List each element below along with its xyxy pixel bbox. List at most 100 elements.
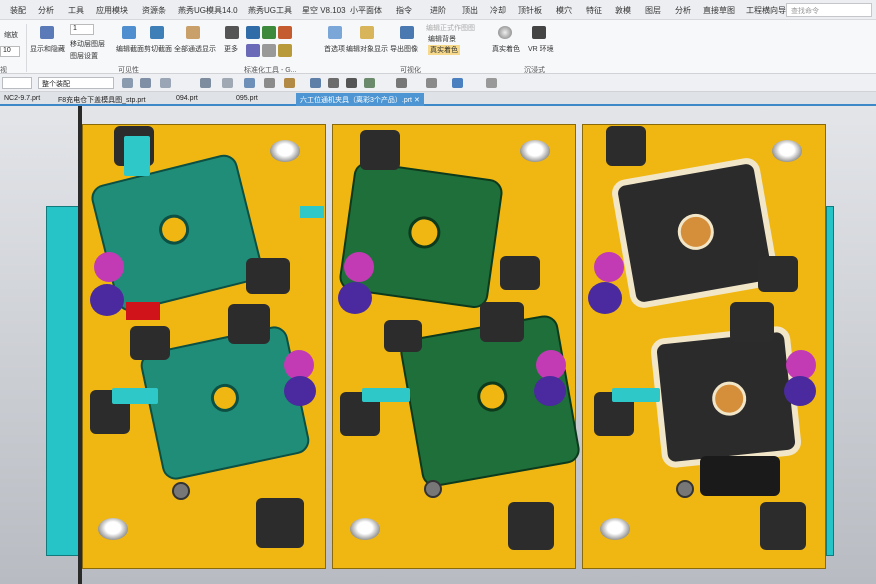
menu-drawing-nav[interactable]: 工程横向导 — [746, 5, 786, 16]
document-tabs: NC2-9.7.prt F8充电仓下盖模具图_stp.prt 094.prt 0… — [0, 92, 876, 106]
menu-direct-sketch[interactable]: 直接草图 — [703, 5, 735, 16]
edit-display-button[interactable]: 编辑对象显示 — [346, 44, 388, 54]
menu-tools[interactable]: 工具 — [68, 5, 84, 16]
transparent-button[interactable]: 全部通透显示 — [174, 44, 216, 54]
export-image-icon[interactable] — [400, 26, 414, 39]
menu-resource-bar[interactable]: 资源条 — [142, 5, 166, 16]
tool-icon[interactable] — [246, 26, 260, 39]
ribbon: 缩放 10 显示和隐藏 1 移动层图层 图层设置 编辑截面 剪切截面 全部通透显… — [0, 20, 876, 74]
vr-icon[interactable] — [532, 26, 546, 39]
select-icon[interactable] — [140, 78, 151, 88]
show-hide-icon[interactable] — [40, 26, 54, 39]
bore — [406, 214, 443, 251]
snap-icon[interactable] — [284, 78, 295, 88]
menu-cavity[interactable]: 模穴 — [556, 5, 572, 16]
render-style-icon[interactable] — [426, 78, 437, 88]
select-icon[interactable] — [160, 78, 171, 88]
tool-icon[interactable] — [246, 44, 260, 57]
fit-view-icon[interactable] — [310, 78, 321, 88]
true-shading-button[interactable]: 真实着色 — [492, 44, 520, 54]
search-input[interactable]: 查找命令 — [786, 3, 872, 17]
vr-button[interactable]: VR 环境 — [528, 44, 554, 54]
edit-section-button[interactable]: 编辑截面 — [116, 44, 144, 54]
menu-eject[interactable]: 顶出 — [462, 5, 478, 16]
rotate-icon[interactable] — [346, 78, 357, 88]
snap-icon[interactable] — [244, 78, 255, 88]
tool-icon[interactable] — [278, 26, 292, 39]
cylinder-block — [700, 456, 780, 496]
render-style-icon[interactable] — [396, 78, 407, 88]
menu-yanxiu-tools[interactable]: 燕秀UG工具 — [248, 5, 292, 16]
select-icon[interactable] — [122, 78, 133, 88]
fixture-pin — [300, 206, 324, 218]
menu-layer[interactable]: 图层 — [645, 5, 661, 16]
snap-icon[interactable] — [222, 78, 233, 88]
tab-document[interactable]: 094.prt — [172, 93, 202, 106]
tab-document[interactable]: NC2-9.7.prt — [0, 93, 44, 106]
tab-document[interactable]: 095.prt — [232, 93, 262, 106]
edit-background-button[interactable]: 编辑背景 — [428, 34, 456, 44]
tab-document-active[interactable]: 六工位通机夹具（离彩3个产品）.prt ✕ — [296, 93, 424, 106]
preferences-button[interactable]: 首选项 — [324, 44, 345, 54]
true-shading-icon[interactable] — [498, 26, 512, 39]
tool-icon[interactable] — [262, 26, 276, 39]
menu-cooling[interactable]: 冷却 — [490, 5, 506, 16]
clamp-cylinder — [130, 326, 170, 360]
options-icon[interactable] — [486, 78, 497, 88]
clip-section-icon[interactable] — [150, 26, 164, 39]
menu-analysis[interactable]: 分析 — [38, 5, 54, 16]
menu-advanced[interactable]: 进阶 — [430, 5, 446, 16]
clamp-cylinder — [384, 320, 422, 352]
menu-yanxiu-mold[interactable]: 燕秀UG模具14.0 — [178, 5, 238, 16]
locating-pin — [424, 480, 442, 498]
close-icon[interactable]: ✕ — [414, 97, 420, 104]
tool-icon[interactable] — [278, 44, 292, 57]
tool-icon[interactable] — [262, 44, 276, 57]
more-button[interactable]: 更多 — [224, 44, 238, 54]
clamp-arm — [112, 388, 158, 404]
clamp-cylinder — [360, 130, 400, 170]
zoom-icon[interactable] — [328, 78, 339, 88]
clamp-cylinder — [508, 502, 554, 550]
support-puck — [344, 252, 374, 282]
menu-feature[interactable]: 特征 — [586, 5, 602, 16]
show-hide-button[interactable]: 显示和隐藏 — [30, 44, 65, 54]
clamp-cylinder — [228, 304, 270, 344]
pan-icon[interactable] — [364, 78, 375, 88]
menu-die[interactable]: 敦模 — [615, 5, 631, 16]
preferences-icon[interactable] — [328, 26, 342, 39]
more-icon[interactable] — [225, 26, 239, 39]
graphics-viewport[interactable] — [0, 106, 876, 584]
menu-app-modules[interactable]: 应用模块 — [96, 5, 128, 16]
view-cube-icon[interactable] — [452, 78, 463, 88]
zoom-field[interactable]: 10 — [0, 46, 20, 57]
menu-analysis-2[interactable]: 分析 — [675, 5, 691, 16]
menu-facet-body[interactable]: 小平面体 — [350, 5, 382, 16]
snap-icon[interactable] — [264, 78, 275, 88]
edit-section-icon[interactable] — [122, 26, 136, 39]
support-puck — [90, 284, 124, 316]
menu-command[interactable]: 指令 — [396, 5, 412, 16]
menu-assembly[interactable]: 装配 — [10, 5, 26, 16]
layer-spinner[interactable]: 1 — [70, 24, 94, 35]
filter-dropdown[interactable] — [2, 77, 32, 89]
snap-icon[interactable] — [200, 78, 211, 88]
bore — [710, 379, 748, 418]
support-puck — [338, 282, 372, 314]
menu-starry[interactable]: 星空 V8.103 — [302, 5, 346, 16]
engine-housing-part[interactable] — [609, 155, 781, 311]
clip-section-button[interactable]: 剪切截面 — [144, 44, 172, 54]
menu-ejector-plate[interactable]: 顶针板 — [518, 5, 542, 16]
layer-settings-button[interactable]: 图层设置 — [70, 51, 98, 61]
locating-pad — [98, 518, 128, 540]
edit-display-icon[interactable] — [360, 26, 374, 39]
scope-dropdown[interactable]: 整个装配 — [38, 77, 114, 89]
tab-document[interactable]: F8充电仓下盖模具图_stp.prt — [54, 93, 150, 106]
support-puck — [534, 376, 566, 406]
true-shading-small-button[interactable]: 真实着色 — [428, 45, 460, 55]
engine-housing-part[interactable] — [649, 325, 803, 469]
move-layer-button[interactable]: 移动层图层 — [70, 39, 105, 49]
transparent-icon[interactable] — [186, 26, 200, 39]
export-image-button[interactable]: 导出图像 — [390, 44, 418, 54]
clamp-cylinder — [246, 258, 290, 294]
